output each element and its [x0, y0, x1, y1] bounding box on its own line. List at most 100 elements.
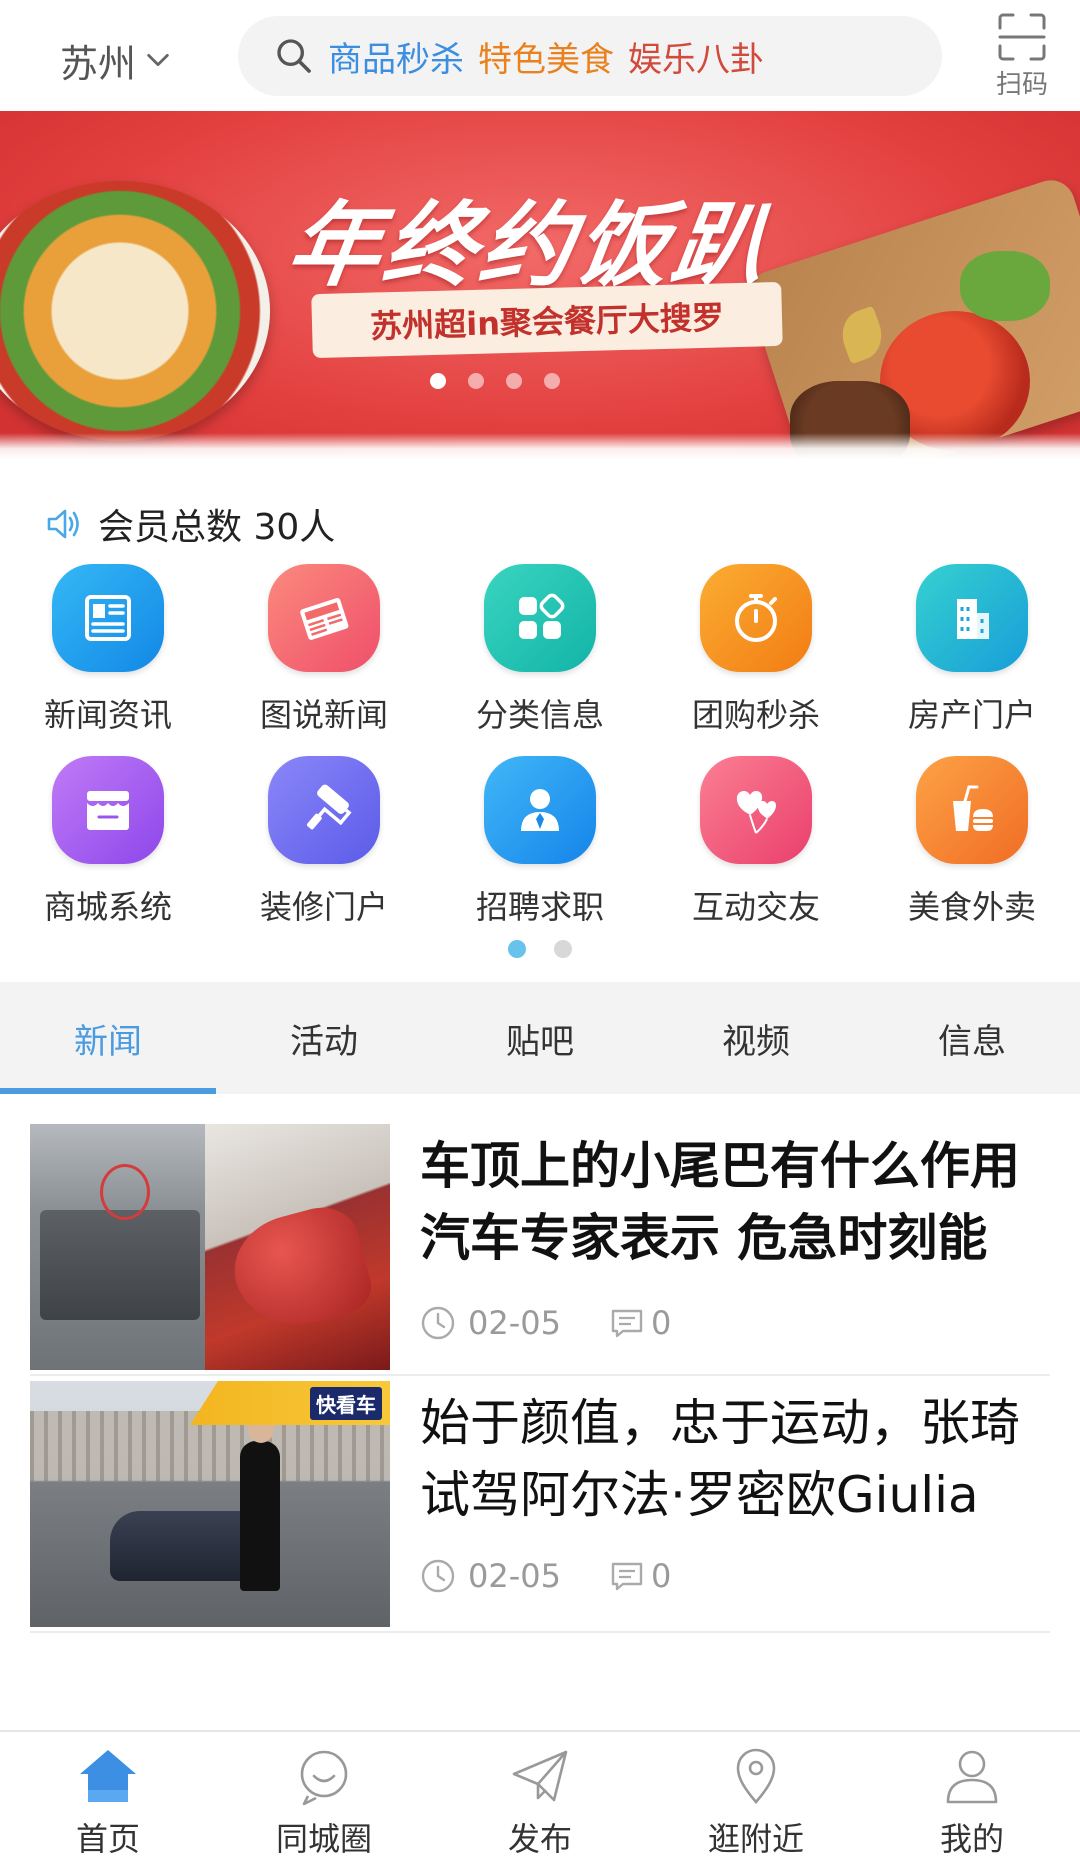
- banner-dot-3[interactable]: [506, 373, 522, 389]
- nav-label: 发布: [507, 1820, 572, 1858]
- chevron-down-icon: [147, 53, 169, 67]
- car-test-drive-photo: 快看车: [30, 1381, 390, 1627]
- banner-pagination: [430, 373, 560, 389]
- news-item[interactable]: 快看车 始于颜值，忠于运动，张琦试驾阿尔法·罗密欧Giulia 02-05 0: [30, 1363, 1050, 1633]
- nav-mine[interactable]: 我的: [864, 1732, 1080, 1860]
- grid-item-food-delivery[interactable]: 美食外卖: [864, 756, 1080, 928]
- banner-dot-2[interactable]: [468, 373, 484, 389]
- mall-icon-bubble: [52, 756, 164, 864]
- grid-item-label: 团购秒杀: [691, 696, 820, 734]
- highlight-circle: [100, 1164, 150, 1220]
- thumb-badge-text: 快看车: [310, 1386, 382, 1420]
- grid-item-label: 装修门户: [259, 888, 388, 926]
- grid-item-dating[interactable]: 互动交友: [648, 756, 864, 928]
- comment-count: 0: [609, 1557, 671, 1595]
- comment-icon: [611, 1562, 643, 1591]
- store-icon: [87, 791, 129, 830]
- group-buy-icon-bubble: [700, 564, 812, 672]
- zucchini-graphic: [960, 251, 1050, 321]
- banner-dot-4[interactable]: [544, 373, 560, 389]
- location-pin-icon: [736, 1748, 776, 1804]
- grid-item-photo-news[interactable]: 图说新闻: [216, 564, 432, 736]
- search-bar[interactable]: 商品秒杀 特色美食 娱乐八卦: [238, 16, 942, 96]
- salad-plate-graphic: [0, 181, 270, 441]
- rear-window-graphic: [40, 1210, 200, 1320]
- grid-item-jobs[interactable]: 招聘求职: [432, 756, 648, 928]
- grid-item-group-buy[interactable]: 团购秒杀: [648, 564, 864, 736]
- grid-item-classifieds[interactable]: 分类信息: [432, 564, 648, 736]
- tab-activities[interactable]: 活动: [216, 982, 432, 1094]
- classifieds-icon-bubble: [484, 564, 596, 672]
- comment-count: 0: [609, 1304, 671, 1342]
- top-bar: 苏州 商品秒杀 特色美食 娱乐八卦 扫码: [0, 0, 1080, 111]
- search-keyword-2[interactable]: 特色美食: [478, 32, 614, 81]
- banner-snow-edge: [0, 433, 1080, 459]
- bottom-nav: 首页 同城圈 发布 逛附近 我的: [0, 1730, 1080, 1860]
- banner-dot-1[interactable]: [430, 373, 446, 389]
- person-graphic: [240, 1415, 280, 1591]
- banner-subtitle: 苏州超in聚会餐厅大搜罗: [311, 281, 783, 359]
- scan-button[interactable]: 扫码: [982, 12, 1062, 102]
- tab-forum[interactable]: 贴吧: [432, 982, 648, 1094]
- person-tie-icon: [521, 789, 559, 831]
- nav-label: 逛附近: [707, 1820, 804, 1858]
- grid-item-real-estate[interactable]: 房产门户: [864, 564, 1080, 736]
- grid-page-dot-1[interactable]: [508, 940, 526, 958]
- grid-item-label: 互动交友: [691, 888, 820, 926]
- comment-icon: [611, 1309, 643, 1338]
- member-notice[interactable]: 会员总数 30人: [44, 496, 335, 552]
- grid-item-label: 商城系统: [43, 888, 172, 926]
- news-title: 始于颜值，忠于运动，张琦试驾阿尔法·罗密欧Giulia: [420, 1394, 1020, 1524]
- nav-label: 首页: [75, 1820, 140, 1858]
- news-title: 车顶上的小尾巴有什么作用 汽车专家表示 危急时刻能: [420, 1137, 1020, 1267]
- building-icon: [957, 599, 989, 639]
- tab-news[interactable]: 新闻: [0, 982, 216, 1094]
- grid-item-decoration[interactable]: 装修门户: [216, 756, 432, 928]
- search-keyword-1[interactable]: 商品秒杀: [328, 32, 464, 81]
- news-icon-bubble: [52, 564, 164, 672]
- news-date: 02-05: [468, 1304, 561, 1342]
- city-selector[interactable]: 苏州: [60, 30, 172, 90]
- grid-item-label: 招聘求职: [475, 888, 604, 926]
- food-delivery-icon-bubble: [916, 756, 1028, 864]
- smiley-icon: [300, 1750, 348, 1806]
- newspaper-icon: [300, 598, 349, 640]
- shark-fin-graphic: [222, 1199, 378, 1339]
- grid-item-news[interactable]: 新闻资讯: [0, 564, 216, 736]
- grid-item-label: 美食外卖: [907, 888, 1036, 926]
- news-item[interactable]: 车顶上的小尾巴有什么作用 汽车专家表示 危急时刻能 02-05 0: [30, 1106, 1050, 1376]
- scan-icon: [998, 13, 1046, 61]
- news-thumbnail: 快看车: [30, 1381, 390, 1627]
- tab-video[interactable]: 视频: [648, 982, 864, 1094]
- thumb-badge: 快看车: [190, 1381, 390, 1425]
- news-meta: 02-05 0: [420, 1304, 671, 1342]
- nav-city-circle[interactable]: 同城圈: [216, 1732, 432, 1860]
- clock-icon: [421, 1559, 455, 1593]
- dating-icon-bubble: [700, 756, 812, 864]
- nav-home[interactable]: 首页: [0, 1732, 216, 1860]
- nav-publish[interactable]: 发布: [432, 1732, 648, 1860]
- shark-fin-antenna-photo: [205, 1124, 390, 1370]
- photo-news-icon-bubble: [268, 564, 380, 672]
- search-keyword-3[interactable]: 娱乐八卦: [628, 32, 764, 81]
- balloon-hearts-icon: [736, 791, 777, 834]
- nav-nearby[interactable]: 逛附近: [648, 1732, 864, 1860]
- grid-item-mall[interactable]: 商城系统: [0, 756, 216, 928]
- speaker-icon: [47, 509, 79, 539]
- paper-plane-icon: [512, 1750, 568, 1802]
- feature-grid: 新闻资讯 图说新闻 分类信息 团购秒杀 房产门户 商城系统 装修门户 招聘求职 …: [0, 564, 1080, 928]
- grid-item-label: 分类信息: [475, 696, 604, 734]
- news-icon: [85, 595, 131, 641]
- tab-info[interactable]: 信息: [864, 982, 1080, 1094]
- news-date: 02-05: [468, 1557, 561, 1595]
- news-meta: 02-05 0: [420, 1557, 671, 1595]
- comment-count-value: 0: [650, 1304, 672, 1342]
- home-icon: [80, 1750, 136, 1802]
- grid-page-dot-2[interactable]: [554, 940, 572, 958]
- promo-banner[interactable]: 年终约饭趴 苏州超in聚会餐厅大搜罗: [0, 111, 1080, 459]
- city-name: 苏州: [60, 41, 137, 86]
- scan-label: 扫码: [995, 70, 1048, 100]
- grid-item-label: 新闻资讯: [43, 696, 172, 734]
- grid-item-label: 房产门户: [907, 696, 1036, 734]
- clock-icon: [421, 1306, 455, 1340]
